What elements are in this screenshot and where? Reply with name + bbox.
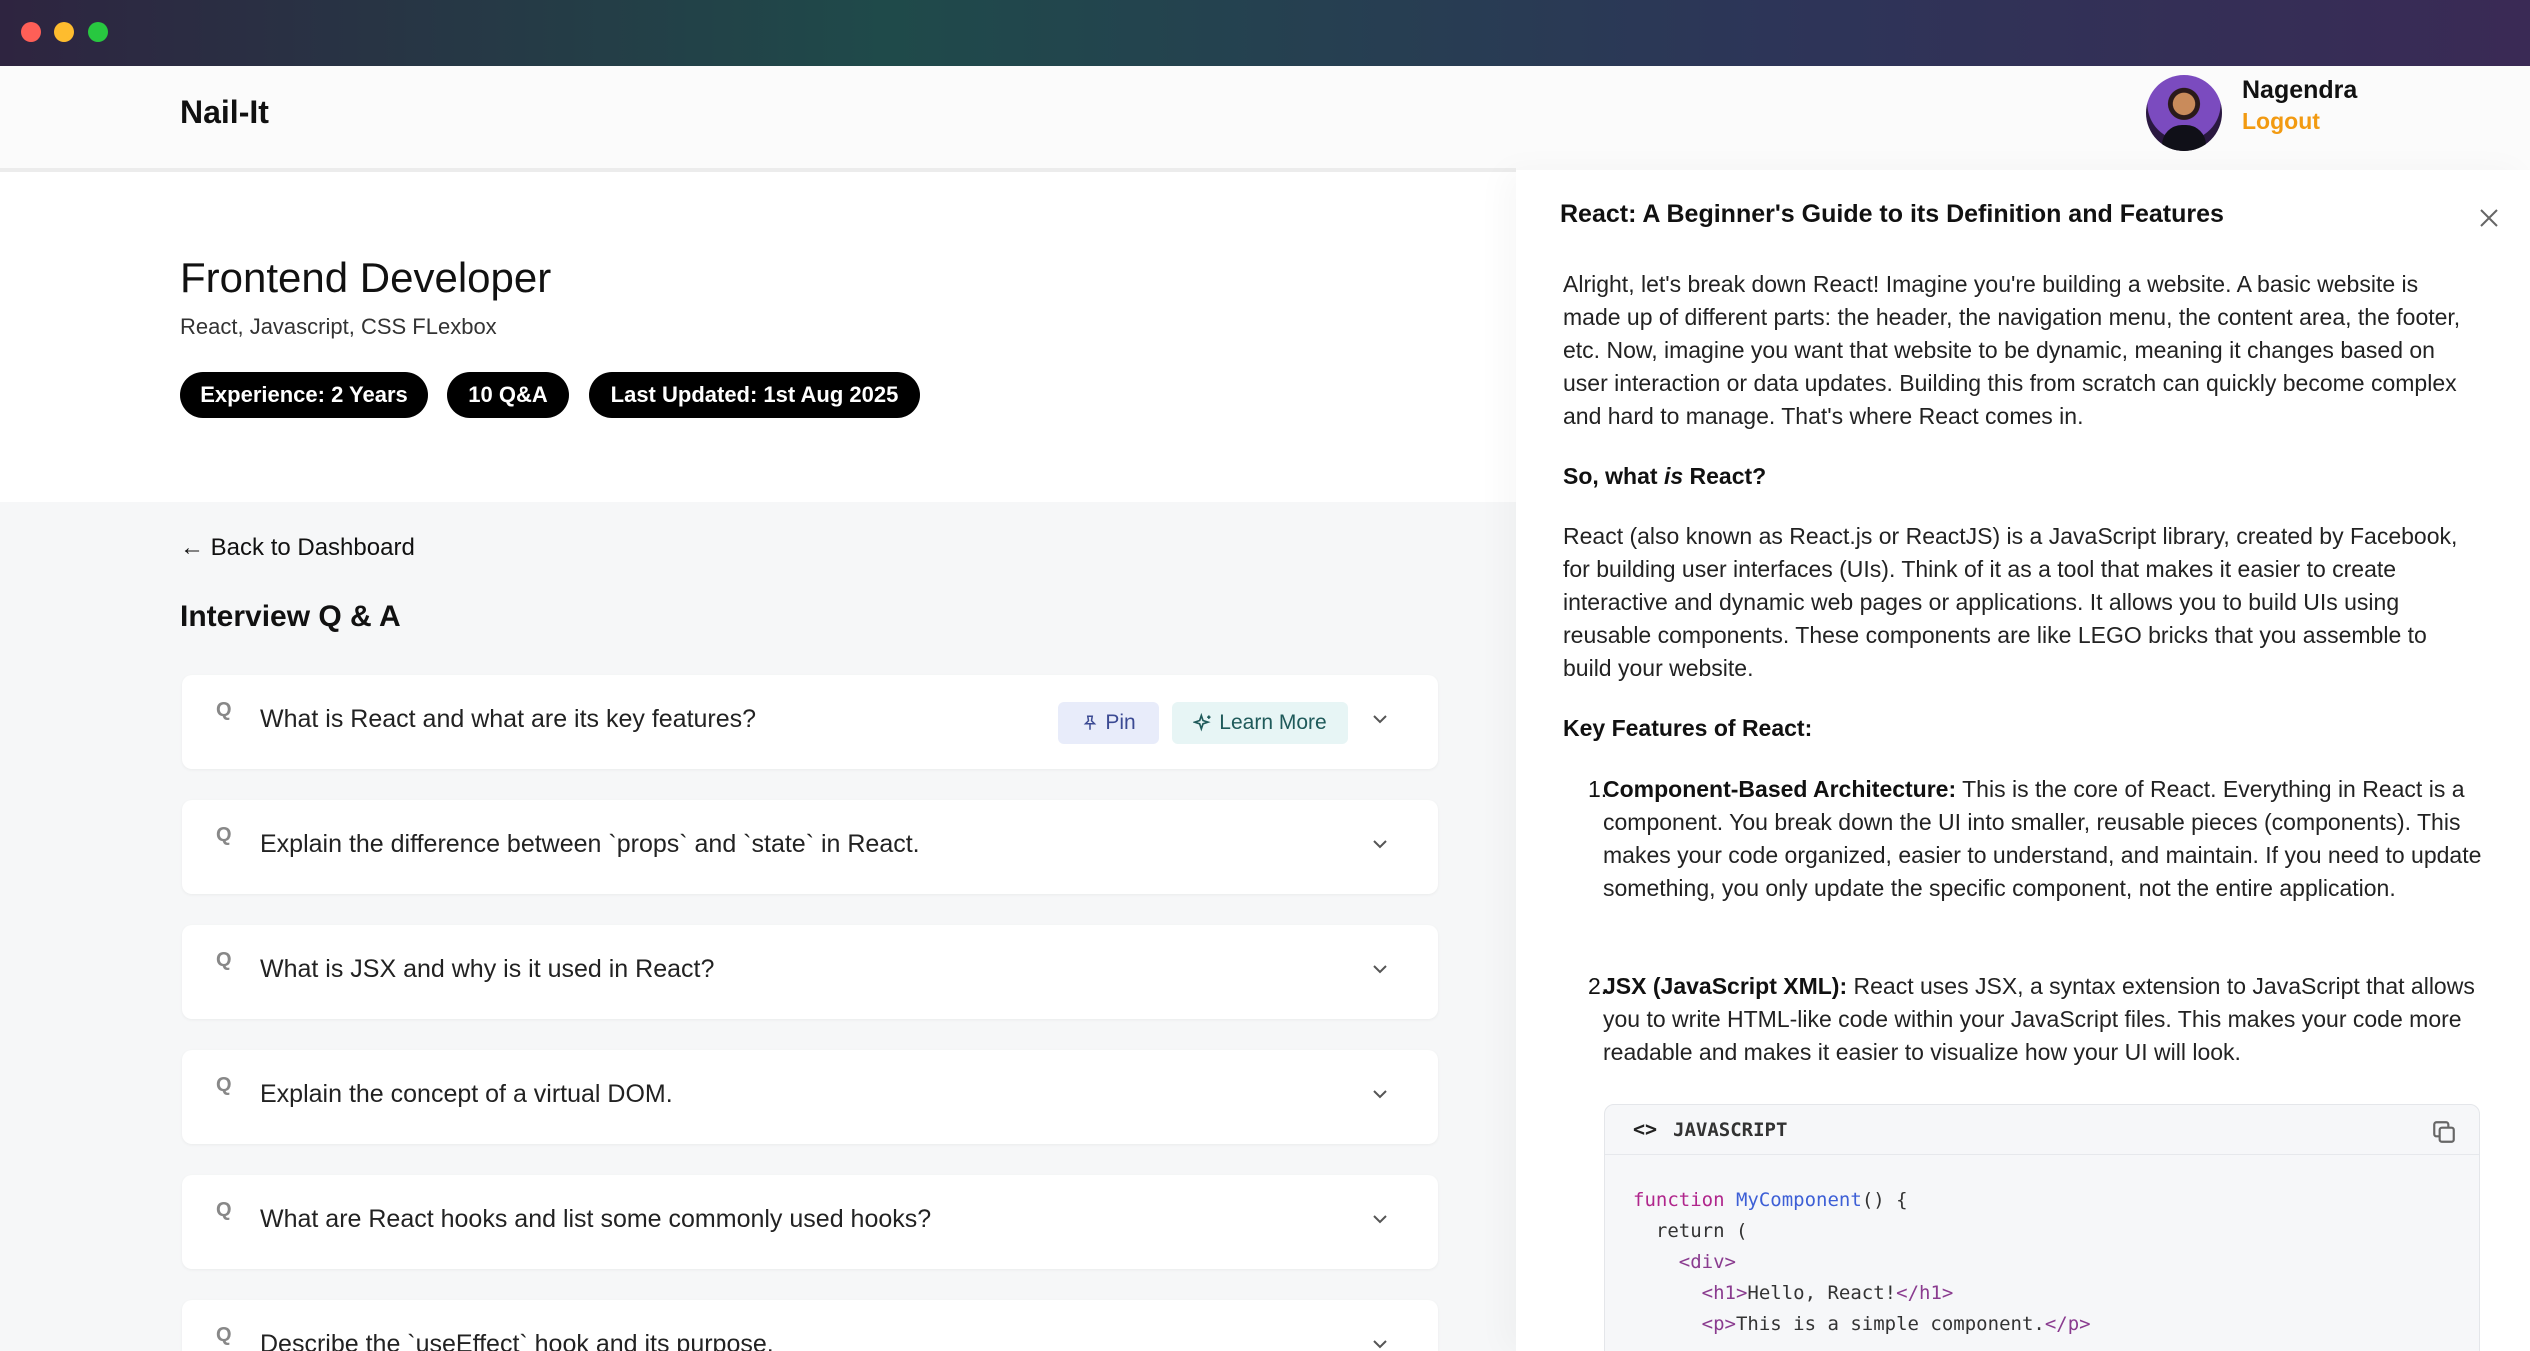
question-marker: Q xyxy=(216,699,232,721)
learn-more-label: Learn More xyxy=(1219,711,1327,734)
qa-item[interactable]: Q What is JSX and why is it used in Reac… xyxy=(182,925,1438,1019)
back-to-dashboard-link[interactable]: ← Back to Dashboard xyxy=(180,534,415,562)
page-title: Frontend Developer xyxy=(180,254,552,301)
close-window-button[interactable] xyxy=(21,22,41,42)
pin-icon xyxy=(1084,715,1097,730)
question-text: Explain the difference between `props` a… xyxy=(260,830,920,858)
question-text: What is React and what are its key featu… xyxy=(260,705,757,733)
sparkle-icon xyxy=(1192,712,1211,732)
qa-item[interactable]: Q Explain the difference between `props`… xyxy=(182,800,1438,894)
learn-more-button[interactable]: Learn More xyxy=(1172,702,1348,744)
chevron-down-icon[interactable] xyxy=(1372,1086,1388,1102)
explanation-drawer: React: A Beginner's Guide to its Definit… xyxy=(1516,170,2530,1351)
experience-badge: Experience: 2 Years xyxy=(180,372,428,418)
question-marker: Q xyxy=(216,949,232,971)
question-marker: Q xyxy=(216,1074,232,1096)
copy-icon[interactable] xyxy=(2431,1119,2457,1145)
question-text: What is JSX and why is it used in React? xyxy=(260,955,715,983)
user-name: Nagendra xyxy=(2242,76,2358,104)
pin-button[interactable]: Pin xyxy=(1058,702,1159,744)
question-text: What are React hooks and list some commo… xyxy=(260,1205,932,1233)
window-titlebar xyxy=(0,0,2530,66)
drawer-intro: Alright, let's break down React! Imagine… xyxy=(1563,271,2461,429)
chevron-down-icon[interactable] xyxy=(1372,961,1388,977)
code-block: <> JAVASCRIPT function MyComponent() { r… xyxy=(1604,1104,2480,1351)
qa-item[interactable]: Q Explain the concept of a virtual DOM. xyxy=(182,1050,1438,1144)
qa-item[interactable]: Q Describe the `useEffect` hook and its … xyxy=(182,1300,1438,1351)
question-text: Explain the concept of a virtual DOM. xyxy=(260,1080,673,1108)
chevron-down-icon[interactable] xyxy=(1372,711,1388,727)
question-marker: Q xyxy=(216,1199,232,1221)
last-updated-badge: Last Updated: 1st Aug 2025 xyxy=(589,372,920,418)
maximize-window-button[interactable] xyxy=(88,22,108,42)
minimize-window-button[interactable] xyxy=(54,22,74,42)
heading-what-is-react: So, what is React? xyxy=(1563,463,1767,489)
brand-logo[interactable]: Nail-It xyxy=(180,94,269,131)
close-icon[interactable] xyxy=(2477,206,2501,230)
qa-item[interactable]: Q What is React and what are its key fea… xyxy=(182,675,1438,769)
question-marker: Q xyxy=(216,824,232,846)
role-skills: React, Javascript, CSS FLexbox xyxy=(180,314,497,339)
logout-button[interactable]: Logout xyxy=(2242,108,2320,135)
list-item: JSX (JavaScript XML): React uses JSX, a … xyxy=(1603,973,2475,1065)
pin-label: Pin xyxy=(1105,711,1136,734)
code-language: JAVASCRIPT xyxy=(1673,1119,1788,1141)
qa-count-badge: 10 Q&A xyxy=(447,372,569,418)
code-icon: <> xyxy=(1633,1117,1658,1141)
chevron-down-icon[interactable] xyxy=(1372,836,1388,852)
question-text: Describe the `useEffect` hook and its pu… xyxy=(260,1330,774,1351)
list-item: Component-Based Architecture: This is th… xyxy=(1603,776,2482,901)
avatar xyxy=(2146,75,2222,151)
drawer-title: React: A Beginner's Guide to its Definit… xyxy=(1560,200,2224,228)
qa-item[interactable]: Q What are React hooks and list some com… xyxy=(182,1175,1438,1269)
section-title: Interview Q & A xyxy=(180,600,401,633)
code-content: function MyComponent() { return ( <div> … xyxy=(1633,1189,2091,1335)
chevron-down-icon[interactable] xyxy=(1372,1336,1388,1351)
question-marker: Q xyxy=(216,1324,232,1346)
drawer-definition: React (also known as React.js or ReactJS… xyxy=(1563,523,2458,681)
code-header: <> JAVASCRIPT xyxy=(1605,1105,2479,1155)
chevron-down-icon[interactable] xyxy=(1372,1211,1388,1227)
heading-key-features: Key Features of React: xyxy=(1563,715,1813,741)
